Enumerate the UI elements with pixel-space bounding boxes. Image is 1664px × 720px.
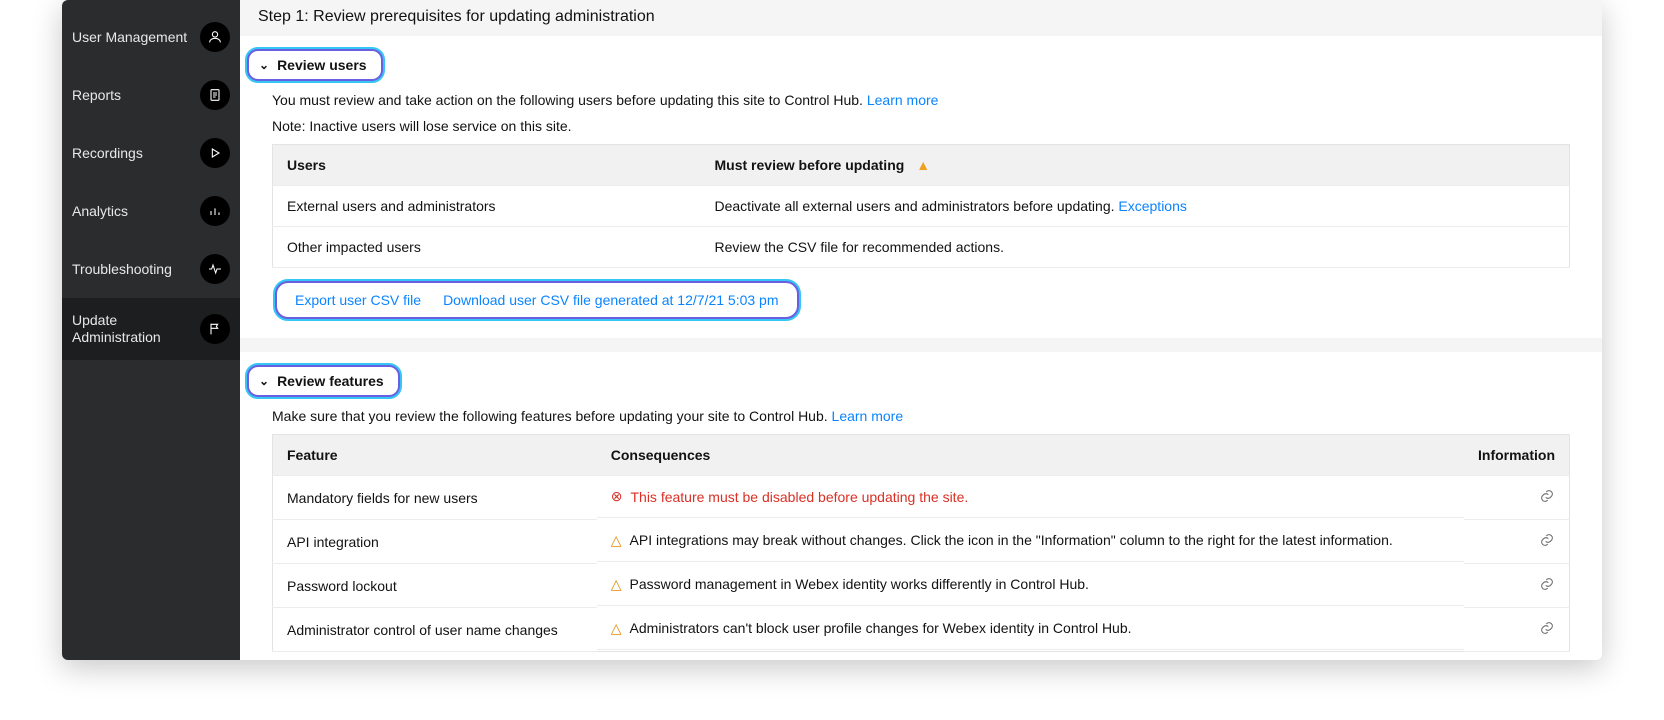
intro-text: Make sure that you review the following …: [272, 408, 1570, 424]
play-icon: [200, 138, 230, 168]
doc-icon: [200, 80, 230, 110]
intro-text: You must review and take action on the f…: [272, 92, 1570, 108]
warning-icon: △: [611, 532, 622, 549]
sidebar-item-label: Reports: [72, 87, 194, 104]
error-icon: ⊗: [611, 488, 623, 505]
section-heading: Review users: [277, 57, 367, 73]
table-row: Other impacted users Review the CSV file…: [273, 227, 1570, 268]
app-window: User Management Reports Recordings Analy…: [62, 0, 1602, 660]
main-content: Step 1: Review prerequisites for updatin…: [240, 0, 1602, 660]
table-row: API integration △ API integrations may b…: [273, 520, 1570, 564]
link-icon[interactable]: [1539, 579, 1555, 595]
col-consequences: Consequences: [597, 435, 1464, 476]
consequence-cell: △ Password management in Webex identity …: [597, 564, 1464, 606]
review-features-toggle[interactable]: ⌄ Review features: [246, 364, 401, 398]
link-icon[interactable]: [1539, 623, 1555, 639]
consequence-cell: △ API integrations may break without cha…: [597, 520, 1464, 562]
col-must-review: Must review before updating ▲: [701, 145, 1570, 186]
review-users-toggle[interactable]: ⌄ Review users: [246, 48, 384, 82]
chevron-down-icon: ⌄: [259, 374, 269, 388]
sidebar-item-recordings[interactable]: Recordings: [62, 124, 240, 182]
table-row: Password lockout △ Password management i…: [273, 564, 1570, 608]
consequence-cell: ⊗ This feature must be disabled before u…: [597, 476, 1464, 518]
table-row: External users and administrators Deacti…: [273, 186, 1570, 227]
csv-actions: Export user CSV file Download user CSV f…: [274, 280, 800, 320]
info-cell: [1464, 608, 1570, 652]
review-users-panel: ⌄ Review users You must review and take …: [240, 36, 1602, 338]
feature-cell: API integration: [273, 520, 597, 564]
feature-cell: Mandatory fields for new users: [273, 476, 597, 520]
table-row: Mandatory fields for new users ⊗ This fe…: [273, 476, 1570, 520]
download-csv-link[interactable]: Download user CSV file generated at 12/7…: [443, 292, 778, 308]
bar-icon: [200, 196, 230, 226]
warning-icon: △: [611, 576, 622, 593]
feature-cell: Administrator control of user name chang…: [273, 608, 597, 652]
learn-more-link[interactable]: Learn more: [832, 408, 904, 424]
user-icon: [200, 22, 230, 52]
flag-icon: [200, 314, 230, 344]
note-text: Note: Inactive users will lose service o…: [272, 118, 1570, 134]
table-row: Administrator control of user name chang…: [273, 608, 1570, 652]
pulse-icon: [200, 254, 230, 284]
sidebar-item-label: Recordings: [72, 145, 194, 162]
exceptions-link[interactable]: Exceptions: [1118, 198, 1186, 214]
info-cell: [1464, 564, 1570, 608]
sidebar: User Management Reports Recordings Analy…: [62, 0, 240, 660]
sidebar-item-label: Update Administration: [72, 312, 194, 346]
warning-icon: △: [611, 620, 622, 637]
sidebar-item-label: Troubleshooting: [72, 261, 194, 278]
sidebar-item-user-management[interactable]: User Management: [62, 8, 240, 66]
section-heading: Review features: [277, 373, 384, 389]
user-cell: Other impacted users: [273, 227, 701, 268]
learn-more-link[interactable]: Learn more: [867, 92, 939, 108]
export-csv-link[interactable]: Export user CSV file: [295, 292, 421, 308]
col-information: Information: [1464, 435, 1570, 476]
chevron-down-icon: ⌄: [259, 58, 269, 72]
step-title: Step 1: Review prerequisites for updatin…: [240, 0, 1602, 36]
col-users: Users: [273, 145, 701, 186]
sidebar-item-troubleshooting[interactable]: Troubleshooting: [62, 240, 240, 298]
user-cell: External users and administrators: [273, 186, 701, 227]
users-table: Users Must review before updating ▲ Exte…: [272, 144, 1570, 268]
link-icon[interactable]: [1539, 491, 1555, 507]
feature-cell: Password lockout: [273, 564, 597, 608]
sidebar-item-update-administration[interactable]: Update Administration: [62, 298, 240, 360]
consequence-cell: △ Administrators can't block user profil…: [597, 608, 1464, 650]
info-cell: [1464, 520, 1570, 564]
warning-icon: ▲: [916, 157, 930, 173]
info-cell: [1464, 476, 1570, 520]
review-features-panel: ⌄ Review features Make sure that you rev…: [240, 352, 1602, 660]
action-cell: Review the CSV file for recommended acti…: [701, 227, 1570, 268]
sidebar-item-analytics[interactable]: Analytics: [62, 182, 240, 240]
features-table: Feature Consequences Information Mandato…: [272, 434, 1570, 652]
sidebar-item-label: Analytics: [72, 203, 194, 220]
sidebar-item-reports[interactable]: Reports: [62, 66, 240, 124]
link-icon[interactable]: [1539, 535, 1555, 551]
col-feature: Feature: [273, 435, 597, 476]
action-cell: Deactivate all external users and admini…: [701, 186, 1570, 227]
sidebar-item-label: User Management: [72, 29, 194, 46]
